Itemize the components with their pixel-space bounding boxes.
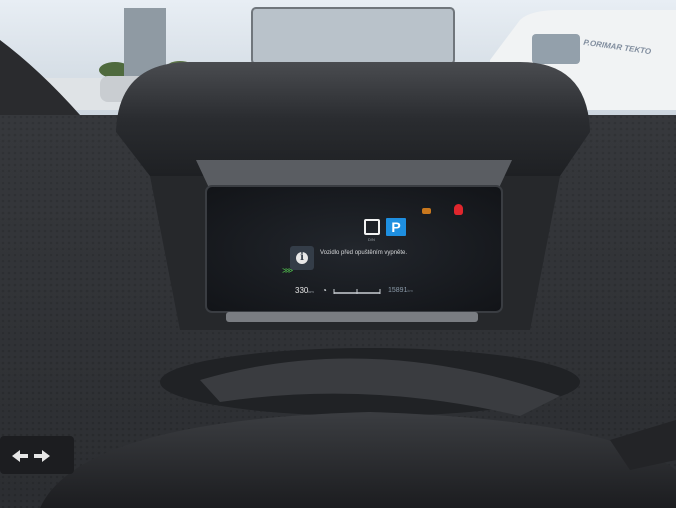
gear-indicator-empty [364,219,380,235]
amber-warning-icon [422,208,431,214]
instrument-display: P D/N i Vozidlo před opuštěním vypněte. … [212,186,502,310]
turn-signal-icon [12,450,50,462]
range-value: 330 [295,286,309,295]
green-indicator-icon: ⋙ [282,266,293,275]
energy-gauge [333,289,381,294]
gear-caption: D/N [368,237,375,242]
odometer-value: 15891 [388,287,408,294]
info-icon: i [290,246,314,270]
eco-icon: ◔ [322,286,327,295]
odometer-unit: km [407,288,413,293]
range-unit: km [308,289,314,294]
gear-indicator-park: P [386,218,406,236]
range-readout: 330km [295,286,314,295]
shutdown-message: Vozidlo před opuštěním vypněte. [320,250,408,256]
red-warning-icon [454,204,463,215]
car-interior-photo: P.ORIMAR TEKTO P D/N i Vozidlo před opuš… [0,0,676,508]
odometer-readout: 15891km [388,287,413,294]
